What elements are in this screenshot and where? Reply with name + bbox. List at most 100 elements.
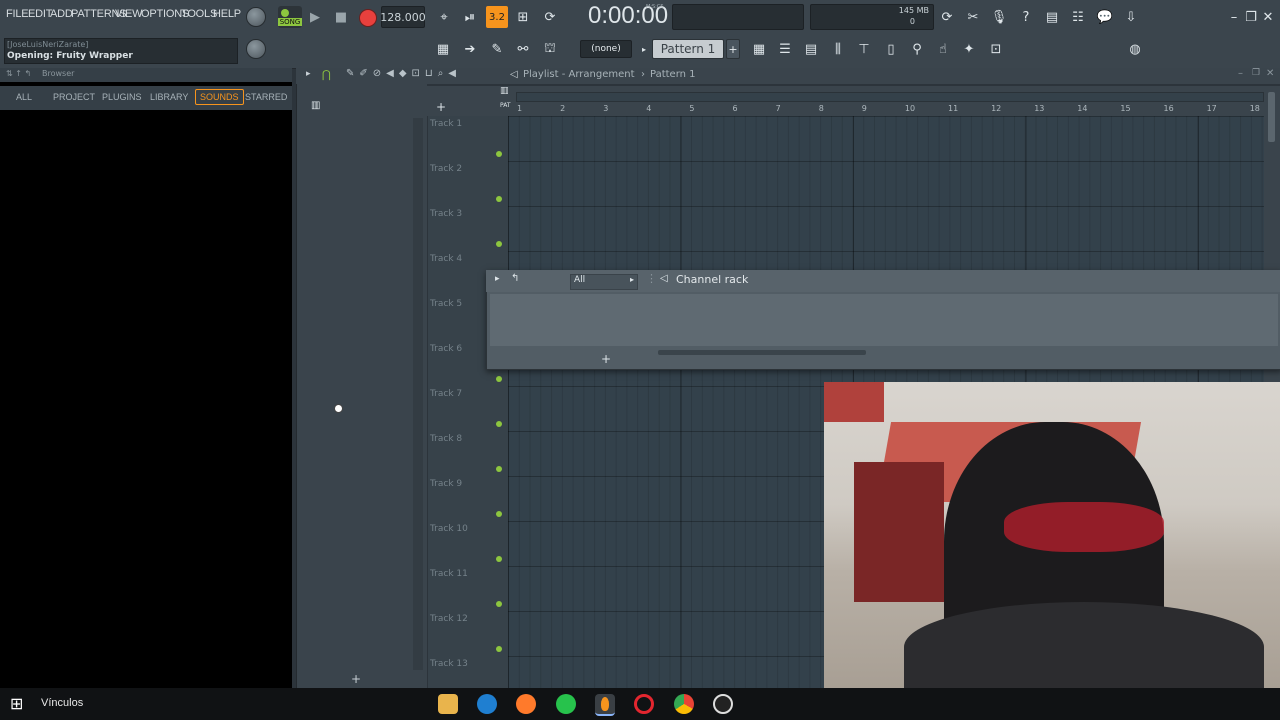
ruler-bar-number[interactable]: 14 [1077, 104, 1087, 113]
windows-icon[interactable]: ⊞ [10, 694, 23, 713]
ruler-bar-number[interactable]: 5 [689, 104, 694, 113]
picker-scrollbar[interactable] [413, 118, 423, 670]
mixer-shortcut-button[interactable]: ☷ [1067, 6, 1089, 28]
track-label[interactable]: Track 2 [430, 164, 462, 174]
ruler-bar-number[interactable]: 12 [991, 104, 1001, 113]
channel-rack-arrow-icon[interactable]: ▸ [495, 274, 500, 284]
track-label[interactable]: Track 12 [430, 614, 468, 624]
playlist-close-icon[interactable]: ✕ [1266, 68, 1274, 79]
track-mute-led[interactable] [496, 151, 502, 157]
menu-tools[interactable]: TOOLS [181, 8, 217, 24]
opera-icon[interactable] [634, 694, 654, 714]
add-track-button[interactable]: + [436, 100, 446, 114]
menu-add[interactable]: ADD [50, 8, 73, 24]
track-mute-led[interactable] [496, 511, 502, 517]
firefox-icon[interactable] [516, 694, 536, 714]
piano-roll-button[interactable]: ☰ [774, 38, 796, 60]
panic-button[interactable]: ⟳ [936, 6, 958, 28]
track-label[interactable]: Track 10 [430, 524, 468, 534]
shop-button[interactable]: ⊡ [985, 38, 1007, 60]
track-label[interactable]: Track 1 [430, 119, 462, 129]
link-button[interactable]: ⚯ [512, 38, 534, 60]
track-label[interactable]: Track 3 [430, 209, 462, 219]
menu-file[interactable]: FILE [6, 8, 29, 24]
swing-icon[interactable]: ↰ [511, 273, 519, 284]
add-pattern-button[interactable]: + [726, 39, 740, 59]
fl-studio-icon[interactable] [595, 694, 615, 716]
timeline-scrollbar[interactable] [516, 92, 1264, 102]
channel-rack-button[interactable]: ▤ [800, 38, 822, 60]
track-mute-led[interactable] [496, 376, 502, 382]
track-label[interactable]: Track 13 [430, 659, 468, 669]
snap-select[interactable]: (none) [580, 40, 632, 58]
channel-rack-scrollbar[interactable] [658, 350, 866, 355]
playlist-minimize-icon[interactable]: – [1238, 68, 1243, 79]
playlist-maximize-icon[interactable]: ❐ [1252, 68, 1260, 78]
track-mute-led[interactable] [496, 421, 502, 427]
add-channel-button[interactable]: + [601, 352, 611, 366]
magnet-snap-icon[interactable]: ⋂ [322, 68, 331, 81]
play-button[interactable]: ▶ [304, 6, 326, 28]
browser-nav-icon[interactable]: ⇅ ↑ ↰ [6, 69, 31, 78]
piano-roll-shortcut-icon[interactable]: ▥ [500, 86, 509, 96]
touch-controller-button[interactable]: ☝ [932, 38, 954, 60]
channel-rack-body[interactable] [490, 294, 1278, 346]
track-mute-led[interactable] [496, 646, 502, 652]
whatsapp-icon[interactable] [556, 694, 576, 714]
piano-icon[interactable]: ▥ [311, 100, 325, 112]
save-button[interactable]: ▤ [1041, 6, 1063, 28]
browser-tab-plugins[interactable]: PLUGINS [102, 92, 142, 102]
browser-tab-all[interactable]: ALL [16, 92, 32, 102]
picker-add-button[interactable]: + [351, 672, 361, 686]
ruler-bar-number[interactable]: 1 [517, 104, 522, 113]
edge-icon[interactable] [477, 694, 497, 714]
track-label[interactable]: Track 5 [430, 299, 462, 309]
chat-button[interactable]: 💬 [1094, 6, 1116, 28]
track-mute-led[interactable] [496, 556, 502, 562]
project-info-button[interactable]: ▯ [880, 38, 902, 60]
wait-input-button[interactable]: ⏯ [459, 6, 481, 28]
track-label[interactable]: Track 7 [430, 389, 462, 399]
ruler-bar-number[interactable]: 6 [733, 104, 738, 113]
menu-edit[interactable]: EDIT [28, 8, 52, 24]
loop-record-button[interactable]: ⟳ [539, 6, 561, 28]
obs-icon[interactable] [713, 694, 733, 714]
menu-help[interactable]: HELP [213, 8, 241, 24]
arrow-tool-button[interactable]: ➔ [459, 38, 481, 60]
ruler-bar-number[interactable]: 15 [1120, 104, 1130, 113]
minimize-button[interactable]: – [1226, 6, 1242, 28]
ruler-bar-number[interactable]: 7 [776, 104, 781, 113]
playlist-tools-icons[interactable]: ✎✐⊘◀◆⊡⊔⌕◀ [346, 68, 461, 79]
playlist-view-button[interactable]: ▦ [748, 38, 770, 60]
help-button[interactable]: ? [1015, 6, 1037, 28]
browser-tab-starred[interactable]: STARRED [245, 92, 287, 102]
playlist-button[interactable]: ▦ [432, 38, 454, 60]
ruler-bar-number[interactable]: 4 [646, 104, 651, 113]
file-explorer-icon[interactable] [438, 694, 458, 714]
browser-panel[interactable] [0, 68, 292, 688]
track-mute-led[interactable] [496, 466, 502, 472]
master-pitch-knob[interactable] [246, 39, 266, 59]
ruler-bar-number[interactable]: 8 [819, 104, 824, 113]
pattern-number-button[interactable]: 3.2 [486, 6, 508, 28]
brush-tool-button[interactable]: ✎ [486, 38, 508, 60]
ruler-bar-number[interactable]: 10 [905, 104, 915, 113]
menu-view[interactable]: VIEW [115, 8, 143, 24]
track-label[interactable]: Track 9 [430, 479, 462, 489]
track-label[interactable]: Track 8 [430, 434, 462, 444]
ruler-bar-number[interactable]: 2 [560, 104, 565, 113]
maximize-button[interactable]: ❐ [1243, 6, 1259, 28]
channel-filter-select[interactable]: All ▸ [570, 274, 638, 290]
track-mute-led[interactable] [496, 601, 502, 607]
playlist-picker-panel[interactable]: ▥ + [296, 68, 427, 688]
ruler-bar-number[interactable]: 9 [862, 104, 867, 113]
ruler-bar-number[interactable]: 17 [1207, 104, 1217, 113]
stop-button[interactable]: ■ [330, 6, 352, 28]
fruity-button[interactable]: ✦ [958, 38, 980, 60]
ruler-bar-number[interactable]: 3 [603, 104, 608, 113]
close-button[interactable]: ✕ [1260, 6, 1276, 28]
tempo-display[interactable]: 128.000 [380, 6, 426, 28]
browser-button[interactable]: ⊤ [853, 38, 875, 60]
playlist-ruler[interactable]: + PAT ▥ [426, 86, 1266, 116]
browser-tab-library[interactable]: LIBRARY [150, 92, 188, 102]
